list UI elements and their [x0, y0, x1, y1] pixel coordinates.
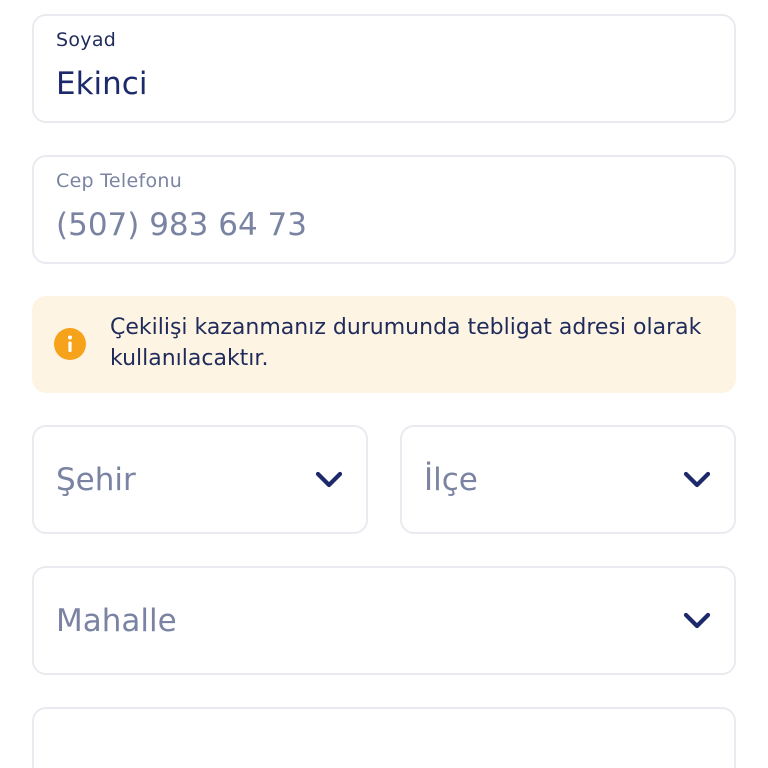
- phone-input[interactable]: (507) 983 64 73: [56, 207, 696, 243]
- info-icon: [54, 328, 86, 360]
- neighborhood-select[interactable]: Mahalle: [32, 566, 736, 675]
- surname-field[interactable]: Soyad Ekinci: [32, 14, 736, 123]
- phone-label: Cep Telefonu: [56, 170, 183, 192]
- phone-field[interactable]: Cep Telefonu (507) 983 64 73: [32, 155, 736, 264]
- chevron-down-icon: [315, 471, 343, 487]
- address-notice: Çekilişi kazanmanız durumunda tebligat a…: [32, 296, 736, 393]
- address-field[interactable]: [32, 707, 736, 768]
- district-select-value: İlçe: [424, 461, 478, 498]
- chevron-down-icon: [683, 612, 711, 628]
- city-select[interactable]: Şehir: [32, 425, 368, 534]
- district-select[interactable]: İlçe: [400, 425, 736, 534]
- chevron-down-icon: [683, 471, 711, 487]
- address-form: Soyad Ekinci Cep Telefonu (507) 983 64 7…: [0, 0, 768, 768]
- notice-text: Çekilişi kazanmanız durumunda tebligat a…: [110, 315, 702, 371]
- surname-label: Soyad: [56, 29, 117, 51]
- city-select-value: Şehir: [56, 461, 136, 498]
- neighborhood-select-value: Mahalle: [56, 602, 177, 639]
- surname-input[interactable]: Ekinci: [56, 66, 696, 102]
